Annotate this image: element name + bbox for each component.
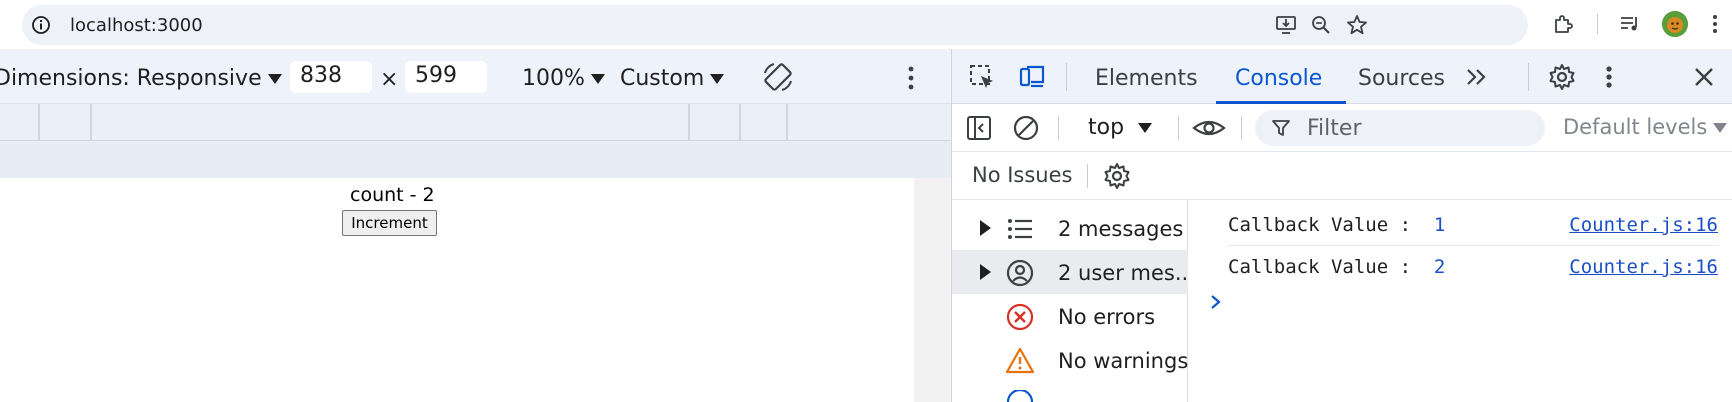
close-devtools-icon[interactable]: [1690, 63, 1718, 91]
console-sidebar: 2 messages 2 user mes... No errors No wa…: [952, 200, 1195, 402]
tab-divider: [1066, 63, 1067, 91]
tab-divider: [1528, 63, 1529, 91]
expand-arrow-icon[interactable]: [980, 264, 991, 280]
address-bar[interactable]: localhost:3000: [22, 5, 1528, 45]
dimensions-label: Dimensions: Responsive: [0, 66, 262, 91]
rotate-icon[interactable]: [760, 59, 796, 95]
live-expression-eye-icon[interactable]: [1192, 114, 1226, 142]
sidebar-item-errors[interactable]: No errors: [952, 294, 1188, 338]
filter-input[interactable]: Filter: [1255, 110, 1545, 146]
sidebar-item-warnings[interactable]: No warnings: [952, 338, 1188, 382]
sidebar-item-label: 2 user mes...: [1058, 261, 1195, 285]
levels-label: Default levels: [1563, 115, 1708, 139]
caret-down-icon: [1713, 123, 1728, 133]
caret-down-icon: [267, 74, 282, 84]
dimensions-dropdown[interactable]: Dimensions: Responsive: [0, 66, 282, 91]
devtools-panel: Elements Console Sources top Filter Defa…: [951, 49, 1732, 402]
log-text: Callback Value : 1: [1228, 214, 1445, 236]
tab-console[interactable]: Console: [1235, 66, 1322, 91]
extensions-icon[interactable]: [1552, 12, 1576, 36]
url-text[interactable]: localhost:3000: [70, 15, 203, 36]
increment-button[interactable]: Increment: [342, 210, 437, 236]
sidebar-item-label: 2 messages: [1058, 217, 1184, 241]
viewport-gutter: [914, 178, 951, 402]
zoom-label: 100%: [522, 66, 585, 91]
filter-placeholder: Filter: [1307, 116, 1362, 141]
context-selector[interactable]: top: [1088, 115, 1153, 140]
log-levels-dropdown[interactable]: Default levels: [1563, 115, 1728, 139]
width-input[interactable]: 838: [290, 61, 372, 93]
log-value: 2: [1433, 256, 1446, 278]
ruler-tick: [739, 104, 741, 140]
sidebar-item-label: No warnings: [1058, 349, 1189, 373]
settings-gear-icon[interactable]: [1548, 63, 1576, 91]
throttle-dropdown[interactable]: Custom: [620, 66, 725, 91]
caret-down-icon: [710, 74, 725, 84]
sidebar-item-messages[interactable]: 2 messages: [952, 206, 1188, 250]
height-input[interactable]: 599: [405, 61, 487, 93]
tab-elements[interactable]: Elements: [1095, 66, 1198, 91]
user-icon: [1006, 259, 1034, 287]
log-source-link[interactable]: Counter.js:16: [1569, 214, 1718, 236]
info-partial-icon: [1006, 390, 1034, 402]
install-app-icon[interactable]: [1275, 14, 1297, 36]
warning-icon: [1005, 347, 1035, 374]
log-label: Callback Value :: [1228, 214, 1434, 236]
site-info-icon[interactable]: [30, 14, 52, 36]
issues-bar: No Issues: [952, 152, 1732, 200]
devtools-tabbar: Elements Console Sources: [952, 49, 1732, 104]
ruler-band: [0, 140, 951, 178]
ruler-tick: [90, 104, 92, 140]
caret-down-icon: [590, 74, 605, 84]
caret-down-icon: [1138, 123, 1153, 133]
log-message: Callback Value : 2 Counter.js:16: [1228, 246, 1718, 288]
log-value: 1: [1433, 214, 1446, 236]
device-toggle-icon[interactable]: [1018, 63, 1046, 91]
bookmark-star-icon[interactable]: [1346, 14, 1368, 36]
browser-menu-icon[interactable]: [1710, 12, 1720, 36]
toolbar-divider: [1597, 14, 1598, 34]
log-text: Callback Value : 2: [1228, 256, 1445, 278]
times-symbol: ×: [380, 67, 399, 92]
more-tabs-chevron-icon[interactable]: [1463, 63, 1491, 91]
devtools-menu-icon[interactable]: [1603, 63, 1615, 91]
clear-console-icon[interactable]: [1012, 114, 1040, 142]
throttle-label: Custom: [620, 66, 705, 91]
list-icon: [1008, 219, 1032, 239]
sidebar-item-user-messages[interactable]: 2 user mes...: [952, 250, 1195, 294]
device-toolbar: Dimensions: Responsive 838 × 599 100% Cu…: [0, 49, 951, 104]
zoom-dropdown[interactable]: 100%: [522, 66, 605, 91]
inspect-element-icon[interactable]: [968, 63, 996, 91]
log-label: Callback Value :: [1228, 256, 1434, 278]
error-icon: [1006, 303, 1034, 331]
issues-count[interactable]: No Issues: [972, 163, 1072, 187]
ruler-tick: [38, 104, 40, 140]
media-control-icon[interactable]: [1618, 12, 1642, 36]
sidebar-item-label: No errors: [1058, 305, 1156, 329]
filter-funnel-icon: [1272, 120, 1290, 136]
toolbar-divider: [1058, 116, 1059, 140]
count-display: count - 2: [350, 184, 435, 206]
console-prompt-chevron-icon[interactable]: [1208, 292, 1224, 312]
console-settings-gear-icon[interactable]: [1103, 162, 1131, 190]
sidebar-toggle-icon[interactable]: [965, 114, 993, 142]
browser-toolbar: localhost:3000: [0, 0, 1732, 49]
page-viewport: count - 2 Increment: [0, 178, 914, 402]
zoom-icon[interactable]: [1310, 14, 1332, 36]
console-log-area: Callback Value : 1 Counter.js:16 Callbac…: [1188, 200, 1732, 402]
log-message: Callback Value : 1 Counter.js:16: [1228, 204, 1718, 246]
ruler-tick: [688, 104, 690, 140]
ruler-tick: [786, 104, 788, 140]
profile-avatar[interactable]: [1662, 11, 1688, 37]
toolbar-divider: [1178, 116, 1179, 140]
expand-arrow-icon[interactable]: [980, 220, 991, 236]
toolbar-divider: [1087, 164, 1088, 188]
context-label: top: [1088, 115, 1125, 140]
tab-sources[interactable]: Sources: [1358, 66, 1445, 91]
toolbar-divider: [1241, 116, 1242, 140]
console-toolbar: top Filter Default levels: [952, 104, 1732, 152]
more-options-icon[interactable]: [906, 65, 916, 91]
log-source-link[interactable]: Counter.js:16: [1569, 256, 1718, 278]
